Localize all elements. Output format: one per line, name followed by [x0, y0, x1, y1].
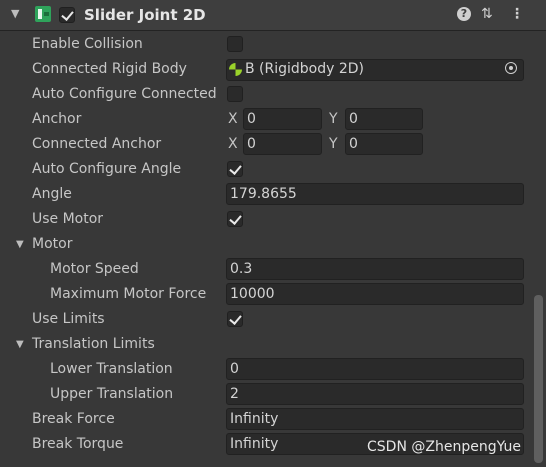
connected-anchor-x-field[interactable]: 0: [243, 133, 322, 155]
upper-translation-label: Upper Translation: [50, 386, 174, 402]
connected-rigid-body-value: B (Rigidbody 2D): [245, 61, 365, 77]
upper-translation-field[interactable]: 2: [226, 383, 524, 405]
break-torque-label: Break Torque: [32, 436, 124, 452]
break-force-label: Break Force: [32, 411, 115, 427]
enable-collision-checkbox[interactable]: [227, 36, 243, 52]
motor-foldout-triangle-icon[interactable]: ▼: [16, 239, 24, 250]
motor-foldout-label[interactable]: Motor: [32, 236, 72, 252]
auto-configure-angle-checkbox[interactable]: [227, 161, 243, 177]
anchor-x-label: X: [228, 111, 238, 127]
anchor-y-field[interactable]: 0: [345, 108, 423, 130]
connected-anchor-y-label: Y: [329, 136, 338, 152]
angle-label: Angle: [32, 186, 72, 202]
checkmark-icon: [229, 162, 242, 175]
more-menu-icon[interactable]: ⋮: [510, 6, 524, 22]
component-enabled-checkbox[interactable]: [59, 7, 75, 23]
use-motor-label: Use Motor: [32, 211, 104, 227]
translation-limits-foldout-label[interactable]: Translation Limits: [32, 336, 155, 352]
connected-rigid-body-label: Connected Rigid Body: [32, 61, 187, 77]
lower-translation-label: Lower Translation: [50, 361, 173, 377]
enable-collision-label: Enable Collision: [32, 36, 143, 52]
anchor-y-label: Y: [329, 111, 338, 127]
checkmark-icon: [61, 8, 74, 21]
checkmark-icon: [229, 312, 242, 325]
lower-translation-field[interactable]: 0: [226, 358, 524, 380]
preset-icon[interactable]: ⇅: [481, 6, 493, 22]
motor-speed-label: Motor Speed: [50, 261, 139, 277]
connected-anchor-y-field[interactable]: 0: [345, 133, 423, 155]
help-icon[interactable]: ?: [457, 7, 471, 21]
slider-joint-2d-icon: [35, 6, 51, 22]
checkmark-icon: [229, 212, 242, 225]
vertical-scrollbar[interactable]: [534, 295, 543, 463]
watermark: CSDN @ZhenpengYue: [367, 439, 522, 455]
component-title: Slider Joint 2D: [84, 6, 206, 24]
rigidbody-2d-icon: [229, 63, 242, 76]
break-force-field[interactable]: Infinity: [226, 408, 524, 430]
maximum-motor-force-field[interactable]: 10000: [226, 283, 524, 305]
use-limits-label: Use Limits: [32, 311, 105, 327]
motor-speed-field[interactable]: 0.3: [226, 258, 524, 280]
maximum-motor-force-label: Maximum Motor Force: [50, 286, 207, 302]
translation-limits-foldout-triangle-icon[interactable]: ▼: [16, 339, 24, 350]
connected-anchor-x-label: X: [228, 136, 238, 152]
auto-configure-connected-checkbox[interactable]: [227, 86, 243, 102]
auto-configure-angle-label: Auto Configure Angle: [32, 161, 182, 177]
object-picker-icon[interactable]: [501, 59, 523, 79]
angle-field[interactable]: 179.8655: [226, 183, 524, 205]
collapse-triangle-icon[interactable]: ▼: [11, 7, 19, 20]
connected-anchor-label: Connected Anchor: [32, 136, 162, 152]
use-motor-checkbox[interactable]: [227, 211, 243, 227]
auto-configure-connected-label: Auto Configure Connected: [32, 86, 217, 102]
component-header: ▼ Slider Joint 2D ? ⇅ ⋮: [0, 0, 546, 31]
anchor-x-field[interactable]: 0: [243, 108, 322, 130]
anchor-label: Anchor: [32, 111, 82, 127]
use-limits-checkbox[interactable]: [227, 311, 243, 327]
